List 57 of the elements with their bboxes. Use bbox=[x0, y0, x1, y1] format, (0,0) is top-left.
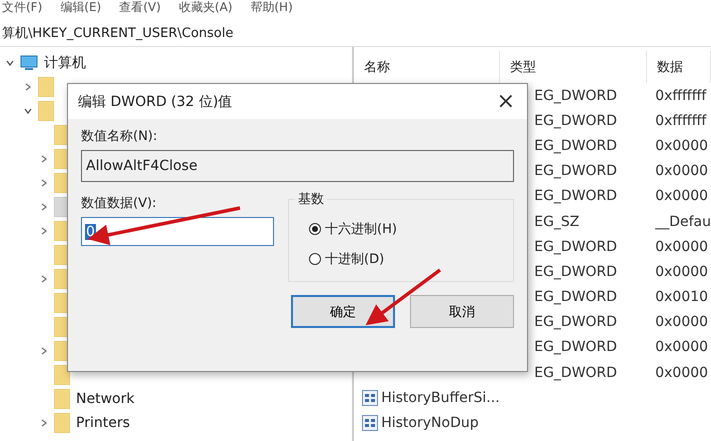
tree-item[interactable]: Network bbox=[76, 391, 134, 407]
value-type: EG_DWORD bbox=[533, 339, 618, 356]
value-data: 0x0000 bbox=[655, 314, 708, 330]
value-type: EG_DWORD bbox=[533, 314, 618, 330]
value-name[interactable]: HistoryBufferSi... bbox=[381, 390, 500, 406]
value-data: 0x0000 bbox=[655, 188, 708, 204]
folder-icon bbox=[54, 389, 70, 409]
folder-icon bbox=[54, 413, 70, 433]
value-type: EG_DWORD bbox=[533, 238, 618, 255]
value-name[interactable]: HistoryNoDup bbox=[381, 415, 479, 432]
value-data: 0x0000 bbox=[655, 364, 708, 381]
value-type: EG_SZ bbox=[533, 214, 580, 230]
field-label: 数值名称(N): bbox=[81, 128, 158, 145]
radio-button[interactable] bbox=[309, 223, 321, 235]
value-type: EG_DWORD bbox=[533, 138, 618, 154]
menu-item[interactable]: 帮助(H) bbox=[250, 0, 293, 16]
value-type: EG_DWORD bbox=[533, 364, 618, 381]
value-type: EG_DWORD bbox=[533, 112, 618, 129]
dialog-title: 编辑 DWORD (32 位)值 bbox=[78, 92, 232, 110]
value-data: 0xfffffff bbox=[655, 112, 706, 129]
value-type: EG_DWORD bbox=[533, 289, 618, 306]
value-data: 0x0000 bbox=[655, 264, 708, 280]
value-data: 0x0000 bbox=[655, 163, 708, 180]
folder-icon bbox=[54, 365, 70, 385]
value-data: 0x0000 bbox=[655, 238, 708, 255]
binary-value-icon bbox=[362, 390, 378, 406]
radio-label[interactable]: 十六进制(H) bbox=[325, 220, 397, 238]
menu-item[interactable]: 查看(V) bbox=[119, 0, 161, 16]
radio-label[interactable]: 十进制(D) bbox=[325, 250, 384, 268]
value-data: 0x0000 bbox=[655, 138, 708, 154]
value-data: __Defau bbox=[655, 214, 711, 230]
close-button[interactable]: × bbox=[488, 89, 523, 114]
binary-value-icon bbox=[362, 415, 378, 432]
field-label: 数值数据(V): bbox=[81, 195, 158, 212]
value-data: 0x0000 bbox=[655, 339, 708, 356]
ok-button[interactable]: 确定 bbox=[291, 295, 395, 328]
value-data: 0x0010 bbox=[655, 289, 708, 306]
address-path[interactable]: 算机\HKEY_CURRENT_USER\Console bbox=[0, 24, 234, 42]
folder-icon bbox=[38, 77, 54, 97]
value-type: EG_DWORD bbox=[533, 88, 618, 104]
value-data-field[interactable]: 0 bbox=[81, 217, 274, 246]
cancel-button[interactable]: 取消 bbox=[410, 295, 514, 328]
group-title: 基数 bbox=[295, 190, 327, 208]
tree-item[interactable]: 计算机 bbox=[44, 54, 86, 72]
value-type: EG_DWORD bbox=[533, 163, 618, 180]
computer-icon bbox=[20, 55, 38, 71]
value-type: EG_DWORD bbox=[533, 188, 618, 204]
value-data: 0xfffffff bbox=[655, 88, 706, 104]
column-header[interactable]: 数据 bbox=[647, 51, 711, 83]
radio-button[interactable] bbox=[309, 253, 321, 265]
value-type: EG_DWORD bbox=[533, 264, 618, 280]
folder-icon bbox=[38, 101, 54, 121]
menu-item[interactable]: 收藏夹(A) bbox=[178, 0, 232, 16]
menu-item[interactable]: 文件(F) bbox=[2, 0, 42, 16]
value-name-field[interactable]: AllowAltF4Close bbox=[81, 150, 514, 182]
menu-item[interactable]: 编辑(E) bbox=[60, 0, 102, 16]
tree-item[interactable]: Printers bbox=[76, 415, 130, 431]
